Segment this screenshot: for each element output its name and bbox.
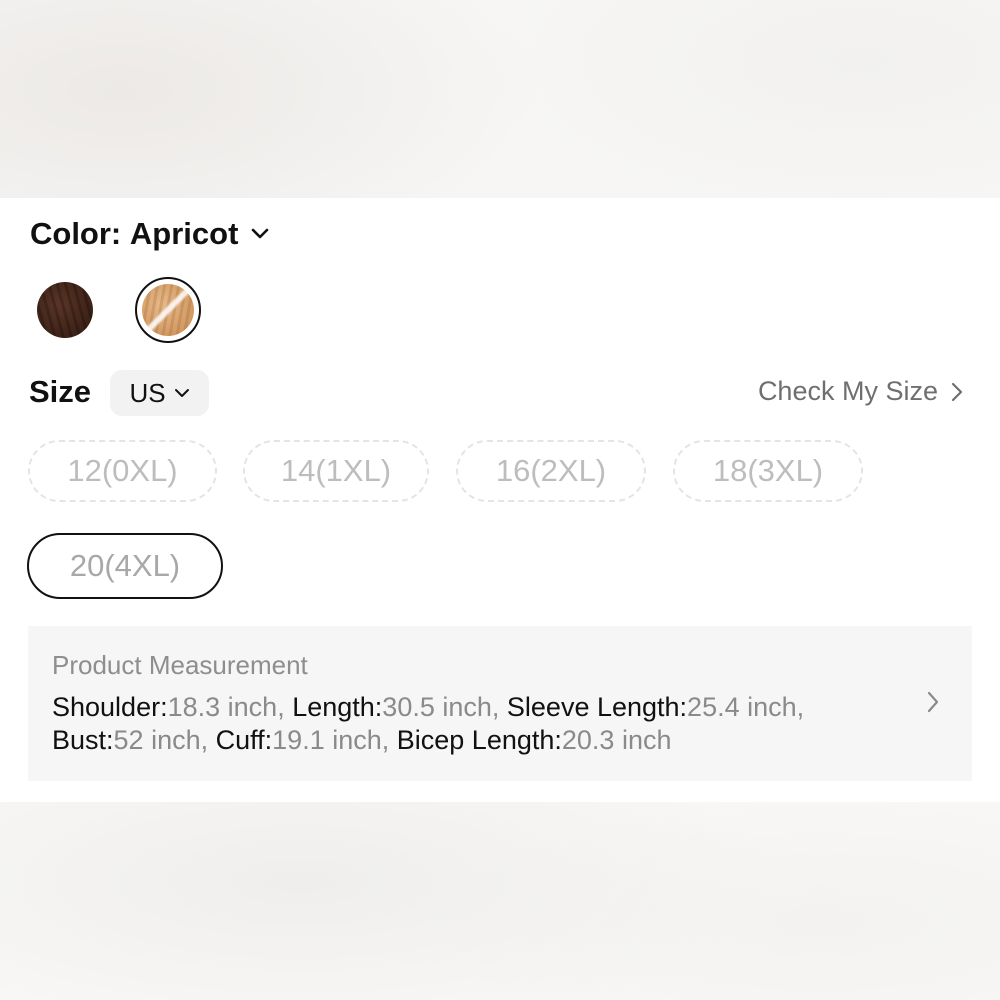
chevron-down-icon	[174, 389, 189, 397]
measurement-key: Length:	[292, 692, 383, 722]
measurement-key: Shoulder:	[52, 692, 168, 722]
blurred-product-image-bottom	[0, 802, 1000, 1000]
measurement-line: Bust:52 inch, Cuff:19.1 inch, Bicep Leng…	[52, 725, 672, 755]
measurement-value: 20.3 inch	[561, 725, 672, 755]
measurement-key: Bust:	[52, 725, 114, 755]
measurement-title: Product Measurement	[52, 650, 308, 680]
chevron-down-icon	[252, 228, 269, 239]
size-option-selected[interactable]: 20(4XL)	[27, 533, 223, 599]
size-unit-value: US	[129, 377, 166, 408]
color-swatch-apricot-fill	[142, 284, 194, 336]
color-label: Color:	[30, 216, 122, 251]
measurement-key: Sleeve Length:	[506, 692, 688, 722]
measurement-value: 18.3 inch	[167, 692, 278, 722]
size-option-label: 16(2XL)	[495, 453, 607, 488]
size-option-label: 18(3XL)	[712, 453, 824, 488]
measurement-value: 30.5 inch	[382, 692, 492, 722]
chevron-right-icon	[927, 691, 939, 713]
color-swatch-apricot[interactable]	[135, 277, 201, 343]
measurement-value: 19.1 inch	[272, 725, 382, 755]
check-my-size-link[interactable]: Check My Size	[758, 376, 964, 407]
size-option-label: 20(4XL)	[69, 548, 181, 583]
size-option-label: 12(0XL)	[67, 453, 178, 488]
measurement-key: Bicep Length:	[396, 725, 562, 755]
measurement-value: 52 inch	[113, 725, 201, 755]
product-options-panel: Color: Apricot Size US Check My Size 12(…	[0, 198, 1000, 802]
check-my-size-label: Check My Size	[757, 376, 938, 406]
blurred-product-image-top	[0, 0, 1000, 198]
measurement-value: 25.4 inch	[687, 692, 797, 722]
color-selector[interactable]: Color: Apricot	[30, 216, 270, 252]
chevron-right-icon	[951, 382, 963, 401]
measurement-key: Cuff:	[215, 725, 273, 755]
color-value: Apricot	[129, 216, 239, 251]
size-label: Size	[29, 374, 92, 409]
size-option[interactable]: 18(3XL)	[673, 440, 863, 502]
size-option-label: 14(1XL)	[280, 453, 392, 488]
product-measurement-card[interactable]: Product Measurement Shoulder:18.3 inch, …	[28, 626, 972, 781]
measurement-line: Shoulder:18.3 inch, Length:30.5 inch, Sl…	[52, 692, 805, 722]
color-swatch-brown[interactable]	[37, 282, 93, 338]
size-unit-select[interactable]: US	[110, 370, 209, 416]
size-option[interactable]: 12(0XL)	[28, 440, 217, 502]
size-option[interactable]: 14(1XL)	[243, 440, 429, 502]
size-option[interactable]: 16(2XL)	[456, 440, 646, 502]
